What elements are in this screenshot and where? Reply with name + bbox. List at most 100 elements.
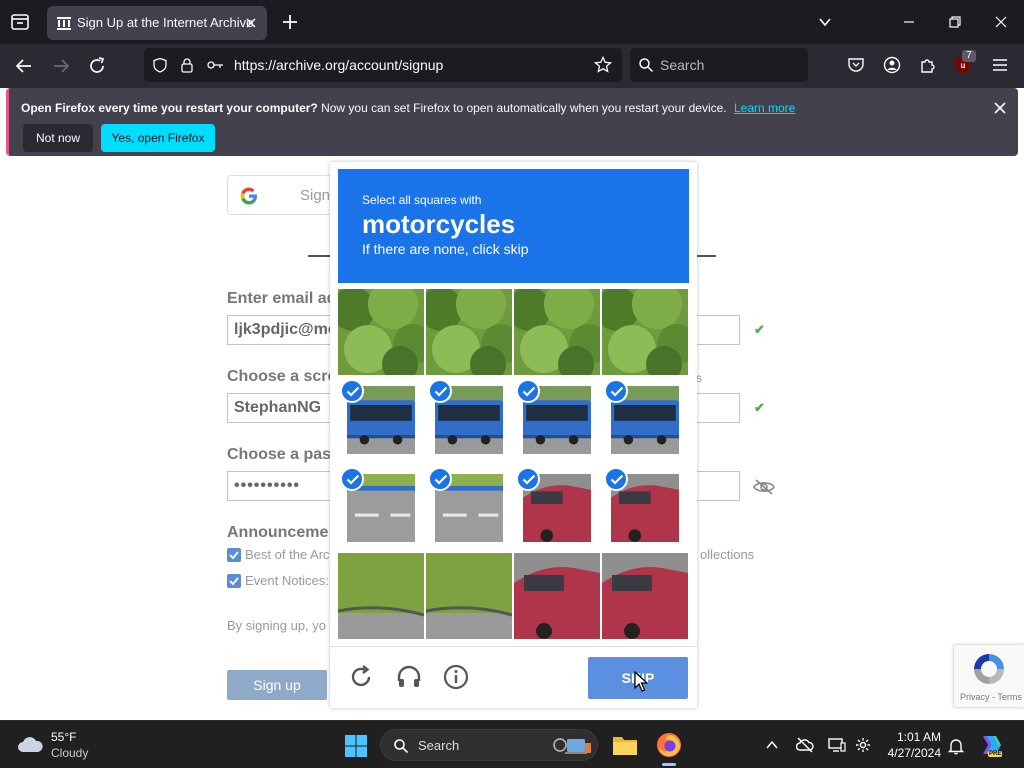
not-now-button[interactable]: Not now <box>23 124 93 152</box>
url-text[interactable]: https://archive.org/account/signup <box>234 57 443 73</box>
cursor-icon <box>634 671 648 692</box>
taskbar-search[interactable]: Search <box>380 729 598 761</box>
clock-time[interactable]: 1:01 AM <box>895 730 941 744</box>
file-explorer-icon[interactable] <box>612 733 638 757</box>
weather-temperature[interactable]: 55°F <box>51 730 76 744</box>
captcha-tile[interactable] <box>426 289 512 375</box>
captcha-tile[interactable] <box>602 465 688 551</box>
yes-open-firefox-button[interactable]: Yes, open Firefox <box>101 124 215 152</box>
event-notices-checkbox[interactable] <box>227 574 241 588</box>
notification-body-text: Now you can set Firefox to open automati… <box>321 101 727 115</box>
captcha-tile[interactable] <box>602 289 688 375</box>
password-field[interactable]: •••••••••• <box>227 471 331 501</box>
weather-condition[interactable]: Cloudy <box>51 746 88 760</box>
forward-icon[interactable] <box>51 56 71 76</box>
captcha-tile[interactable] <box>602 377 688 463</box>
display-icon[interactable] <box>828 737 846 753</box>
password-field-right[interactable] <box>696 471 740 501</box>
captcha-tile-image <box>602 553 688 639</box>
captcha-tile[interactable] <box>338 553 424 639</box>
notification-text: Open Firefox every time you restart your… <box>21 101 795 115</box>
recaptcha-links[interactable]: Privacy - Terms <box>960 692 1022 702</box>
captcha-tile[interactable] <box>338 465 424 551</box>
star-icon[interactable] <box>594 56 612 74</box>
captcha-tile-image <box>338 553 424 639</box>
shield-icon[interactable] <box>152 57 168 73</box>
clock-date[interactable]: 4/27/2024 <box>882 746 941 760</box>
captcha-tile[interactable] <box>426 465 512 551</box>
captcha-tile-image <box>514 289 600 375</box>
permissions-icon[interactable] <box>206 57 224 73</box>
url-bar[interactable]: https://archive.org/account/signup <box>144 48 622 82</box>
close-icon[interactable] <box>243 15 259 31</box>
reload-icon[interactable] <box>87 56 107 76</box>
windows-start-icon[interactable] <box>344 734 368 758</box>
hcaptcha-challenge: Select all squares with motorcycles If t… <box>330 162 697 708</box>
captcha-tile[interactable] <box>338 377 424 463</box>
close-icon[interactable] <box>993 101 1007 115</box>
sign-up-button[interactable]: Sign up <box>227 670 327 700</box>
firefox-active-indicator <box>662 763 676 766</box>
browser-search-input[interactable] <box>660 56 800 74</box>
captcha-tile-image <box>602 289 688 375</box>
captcha-target: motorcycles <box>362 209 516 239</box>
captcha-tile[interactable] <box>514 465 600 551</box>
captcha-tile[interactable] <box>426 377 512 463</box>
best-of-archive-checkbox[interactable] <box>227 548 241 562</box>
google-signin-label: Sign <box>300 187 331 204</box>
email-field[interactable]: ljk3pdjic@me <box>227 315 331 345</box>
tab-list-icon[interactable] <box>8 10 32 34</box>
search-highlight-icon <box>553 738 591 754</box>
info-icon[interactable] <box>443 664 469 690</box>
tile-selected-check-icon <box>340 467 364 491</box>
recaptcha-badge[interactable]: Privacy - Terms <box>954 645 1024 707</box>
tile-selected-check-icon <box>428 467 452 491</box>
tile-selected-check-icon <box>428 379 452 403</box>
settings-icon[interactable] <box>855 737 871 753</box>
maximize-icon[interactable] <box>947 14 963 30</box>
email-field-right[interactable] <box>696 315 740 345</box>
refresh-icon[interactable] <box>348 664 374 690</box>
captcha-tile[interactable] <box>514 553 600 639</box>
close-icon[interactable] <box>993 14 1009 30</box>
hamburger-menu-icon[interactable] <box>991 56 1009 74</box>
captcha-tile[interactable] <box>514 289 600 375</box>
weather-cloud-icon[interactable] <box>16 733 44 755</box>
captcha-tile[interactable] <box>426 553 512 639</box>
windows-taskbar: 55°F Cloudy Search 1:01 AM 4/27/2024 PRE <box>0 720 1024 768</box>
plus-icon[interactable] <box>280 12 300 32</box>
pocket-icon[interactable] <box>847 56 865 74</box>
minimize-icon[interactable] <box>901 14 917 30</box>
best-of-archive-label: Best of the Arc <box>245 547 330 562</box>
account-icon[interactable] <box>883 56 901 74</box>
captcha-tile[interactable] <box>602 553 688 639</box>
back-icon[interactable] <box>14 56 34 76</box>
firefox-icon[interactable] <box>655 731 683 759</box>
browser-search-bar[interactable] <box>630 48 808 82</box>
captcha-tile[interactable] <box>338 289 424 375</box>
announcements-title: Announceme <box>227 524 329 541</box>
tab-signup[interactable]: Sign Up at the Internet Archive <box>47 6 267 40</box>
tray-chevron-icon[interactable] <box>765 739 779 751</box>
tile-selected-check-icon <box>516 467 540 491</box>
email-valid-check: ✔ <box>754 322 765 337</box>
headphones-icon[interactable] <box>396 664 422 690</box>
onedrive-icon[interactable] <box>796 737 814 753</box>
captcha-tile-image <box>338 289 424 375</box>
captcha-tile-image <box>426 289 512 375</box>
eye-icon[interactable] <box>753 478 775 496</box>
google-signin-button[interactable]: Sign <box>227 175 347 215</box>
learn-more-link[interactable]: Learn more <box>734 101 795 115</box>
captcha-tile[interactable] <box>514 377 600 463</box>
chevron-down-icon[interactable] <box>817 14 833 30</box>
lock-icon[interactable] <box>179 57 195 73</box>
tab-bar: Sign Up at the Internet Archive <box>0 0 1024 44</box>
best-of-archive-label-suffix: ollections <box>700 547 755 562</box>
captcha-footer: SKIP <box>330 646 697 708</box>
nav-bar: https://archive.org/account/signup u 7 <box>0 44 1024 88</box>
extensions-icon[interactable] <box>919 56 937 74</box>
screenname-field-right[interactable] <box>696 393 740 423</box>
google-logo-icon <box>240 187 257 205</box>
bell-icon[interactable] <box>948 737 964 755</box>
screenname-field[interactable]: StephanNG <box>227 393 331 423</box>
